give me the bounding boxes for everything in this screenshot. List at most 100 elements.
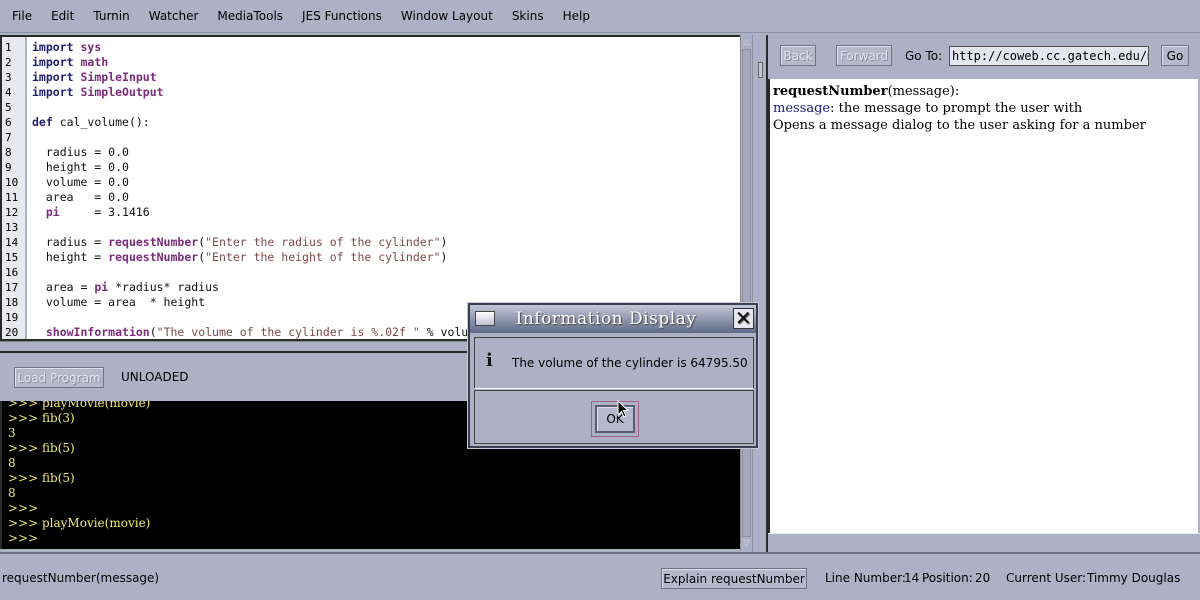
console-line: >>> fib(5) (8, 471, 75, 485)
code-token: radius = (32, 235, 109, 249)
load-program-button[interactable]: Load Program (14, 367, 104, 388)
code-line[interactable]: 12 pi = 3.1416 (2, 205, 740, 220)
console-line: >>> fib(5) (8, 441, 75, 455)
code-token: radius = 0.0 (32, 145, 129, 159)
code-token: cal_volume(): (52, 115, 150, 129)
line-number-value: 14 (904, 571, 920, 585)
close-icon[interactable]: ✕ (733, 308, 754, 329)
keyword: import (32, 70, 74, 84)
goto-label: Go To: (905, 49, 943, 63)
code-text: radius = requestNumber("Enter the radius… (32, 235, 448, 250)
code-text: import sys (32, 40, 101, 55)
code-text: height = requestNumber("Enter the height… (32, 250, 448, 265)
code-line[interactable]: 9 height = 0.0 (2, 160, 740, 175)
code-line[interactable]: 7 (2, 130, 740, 145)
code-token: *radius* radius (108, 280, 219, 294)
scroll-down-arrow-icon[interactable]: ▽ (742, 538, 751, 548)
console-line: >>> playMovie(movie) (8, 401, 151, 410)
line-number: 14 (5, 236, 19, 249)
code-text: import SimpleInput (32, 70, 157, 85)
line-number: 2 (5, 56, 12, 69)
code-token: height = 0.0 (32, 160, 129, 174)
code-text: height = 0.0 (32, 160, 129, 175)
dialog-button-area: OK (474, 390, 754, 444)
string-literal: "Enter the radius of the cylinder" (205, 235, 441, 249)
forward-button[interactable]: Forward (836, 45, 892, 66)
code-token: volume = 0.0 (32, 175, 129, 189)
code-text: area = 0.0 (32, 190, 129, 205)
code-line[interactable]: 16 (2, 265, 740, 280)
menu-mediatools[interactable]: MediaTools (213, 9, 283, 23)
code-line[interactable]: 6 def cal_volume(): (2, 115, 740, 130)
module-name: SimpleInput (80, 70, 157, 84)
line-number: 13 (5, 221, 19, 234)
information-dialog: Information Display ✕ 𝐢 The volume of th… (468, 303, 758, 448)
dialog-message: The volume of the cylinder is 64795.50 (512, 356, 748, 370)
code-text: volume = area * height (32, 295, 205, 310)
editor-scroll-track[interactable] (742, 49, 751, 303)
info-icon: 𝐢 (486, 350, 493, 371)
line-number: 4 (5, 86, 12, 99)
console-line: >>> fib(3) (8, 411, 75, 425)
console-line: >>> (8, 501, 39, 515)
code-line[interactable]: 4 import SimpleOutput (2, 85, 740, 100)
line-number: 6 (5, 116, 12, 129)
split-pane-divider[interactable] (752, 35, 768, 552)
keyword: import (32, 85, 74, 99)
menu-edit[interactable]: Edit (47, 9, 74, 23)
menu-skins[interactable]: Skins (508, 9, 544, 23)
line-number: 19 (5, 311, 19, 324)
split-divider-handle[interactable] (758, 62, 763, 78)
current-user-label: Current User: (1006, 571, 1087, 585)
code-editor[interactable]: 1 import sys 2 import math 3 import SimpleInp… (0, 35, 740, 341)
code-token: area = 0.0 (32, 190, 129, 204)
code-text: pi = 3.1416 (32, 205, 150, 220)
dialog-title-bar[interactable]: Information Display ✕ (470, 305, 756, 333)
menu-watcher[interactable]: Watcher (145, 9, 199, 23)
code-text: import math (32, 55, 108, 70)
function-call: requestNumber (108, 235, 199, 249)
code-token: area = (32, 280, 95, 294)
help-horizontal-scrollbar[interactable] (768, 533, 1200, 552)
code-token: height = (32, 250, 109, 264)
code-token: ) (440, 250, 448, 264)
menu-help[interactable]: Help (559, 9, 590, 23)
ok-button[interactable]: OK (595, 405, 635, 433)
code-line[interactable]: 3 import SimpleInput (2, 70, 740, 85)
code-text: area = pi *radius* radius (32, 280, 219, 295)
menu-turnin[interactable]: Turnin (89, 9, 129, 23)
code-line[interactable]: 1 import sys (2, 40, 740, 55)
code-line[interactable]: 8 radius = 0.0 (2, 145, 740, 160)
code-line[interactable]: 15 height = requestNumber("Enter the hei… (2, 250, 740, 265)
line-number: 17 (5, 281, 19, 294)
line-number: 1 (5, 41, 12, 54)
menu-file[interactable]: File (8, 9, 32, 23)
back-button[interactable]: Back (780, 45, 816, 66)
string-literal: "The volume of the cylinder is %.02f " (156, 325, 420, 339)
menu-jes-functions[interactable]: JES Functions (298, 9, 382, 23)
code-line[interactable]: 10 volume = 0.0 (2, 175, 740, 190)
current-user-value: Timmy Douglas (1087, 571, 1181, 585)
window-menu-icon[interactable] (475, 311, 495, 326)
keyword: import (32, 55, 74, 69)
explain-button[interactable]: Explain requestNumber (661, 568, 807, 589)
code-line[interactable]: 13 (2, 220, 740, 235)
function-signature: requestNumber(message): (773, 83, 1195, 100)
editor-scrollbar[interactable]: △ (740, 35, 752, 341)
parameter-name: message (773, 101, 831, 116)
line-number: 18 (5, 296, 19, 309)
console-line: 3 (8, 426, 16, 440)
keyword: import (32, 40, 74, 54)
code-text: showInformation("The volume of the cylin… (32, 325, 489, 339)
code-line[interactable]: 14 radius = requestNumber("Enter the rad… (2, 235, 740, 250)
url-input[interactable]: http://coweb.cc.gatech.edu/mediaComp-pla… (949, 46, 1149, 66)
scroll-up-arrow-icon[interactable]: △ (742, 37, 751, 47)
code-line[interactable]: 5 (2, 100, 740, 115)
menu-window-layout[interactable]: Window Layout (397, 9, 493, 23)
go-button[interactable]: Go (1161, 45, 1189, 66)
line-number: 8 (5, 146, 12, 159)
code-line[interactable]: 2 import math (2, 55, 740, 70)
position-value: 20 (975, 571, 991, 585)
code-line[interactable]: 11 area = 0.0 (2, 190, 740, 205)
code-line[interactable]: 17 area = pi *radius* radius (2, 280, 740, 295)
